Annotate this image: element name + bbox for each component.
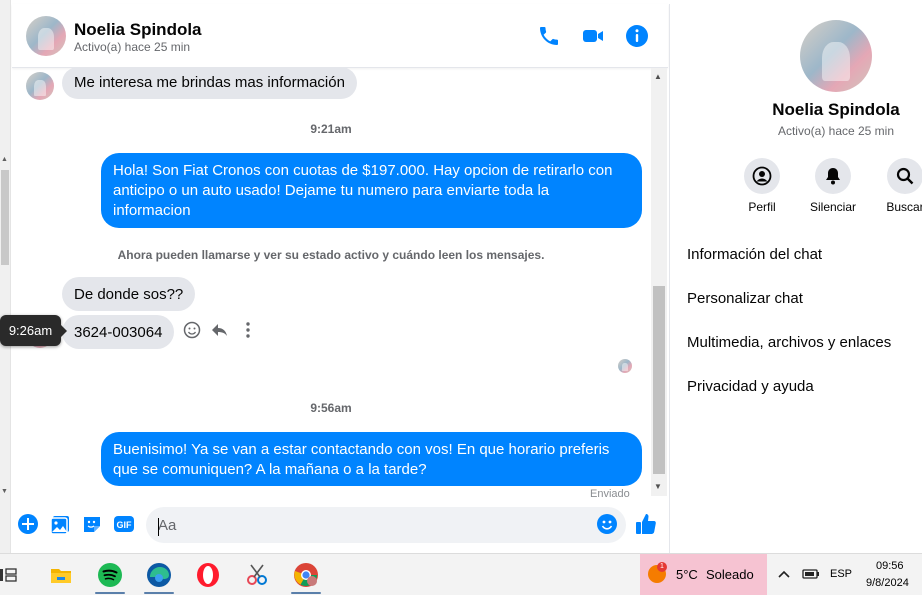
composer: GIF: [12, 497, 668, 553]
chat-info-item[interactable]: Información del chat: [687, 246, 822, 263]
reply-icon[interactable]: [210, 320, 230, 340]
incoming-message[interactable]: Me interesa me brindas mas información: [62, 68, 357, 99]
scroll-up-arrow-icon[interactable]: ▲: [654, 72, 662, 81]
chat-scrollbar-thumb[interactable]: [653, 286, 665, 474]
chrome-active-indicator: [291, 592, 321, 594]
message-time-tooltip: 9:26am: [0, 315, 67, 346]
gif-icon[interactable]: GIF: [113, 513, 135, 535]
timestamp: 9:21am: [310, 122, 352, 136]
search-button[interactable]: [887, 158, 922, 194]
gallery-icon[interactable]: [49, 513, 71, 535]
svg-text:GIF: GIF: [117, 520, 133, 530]
outgoing-message[interactable]: Buenisimo! Ya se van a estar contactando…: [101, 432, 642, 486]
like-thumbs-up-icon[interactable]: [634, 512, 658, 536]
search-icon: [896, 167, 914, 185]
contact-profile-picture[interactable]: [800, 20, 872, 92]
edge-icon[interactable]: [146, 562, 172, 588]
clock-time[interactable]: 09:56: [876, 560, 904, 572]
battery-icon[interactable]: [801, 566, 821, 582]
phone-icon[interactable]: [537, 24, 561, 48]
chevron-up-icon[interactable]: [776, 566, 792, 582]
incoming-message[interactable]: De donde sos??: [62, 277, 196, 311]
scroll-down-arrow-icon[interactable]: ▼: [654, 482, 662, 491]
customize-chat-item[interactable]: Personalizar chat: [687, 290, 803, 307]
search-button-label: Buscar: [886, 200, 922, 214]
sticker-icon[interactable]: [81, 513, 103, 535]
temperature-text: 5°C: [676, 567, 698, 582]
panel-contact-status: Activo(a) hace 25 min: [777, 124, 895, 138]
message-input[interactable]: [146, 507, 626, 543]
system-notice: Ahora pueden llamarse y ver su estado ac…: [117, 248, 545, 262]
file-explorer-icon[interactable]: [48, 562, 74, 588]
react-emoji-icon[interactable]: [182, 320, 202, 340]
message-avatar: [26, 72, 54, 100]
text-caret: [158, 518, 159, 536]
notification-badge: 1: [657, 562, 667, 572]
conversation-info-panel: Noelia Spindola Activo(a) hace 25 min Pe…: [669, 4, 922, 553]
seen-avatar: [618, 359, 632, 373]
scroll-up-arrow-icon[interactable]: ▲: [1, 156, 8, 163]
weather-widget[interactable]: 1 5°C Soleado: [640, 554, 767, 595]
task-view-icon[interactable]: [0, 562, 20, 588]
spotify-active-indicator: [95, 592, 125, 594]
opera-icon[interactable]: [195, 562, 221, 588]
left-scrollbar-thumb[interactable]: [1, 170, 9, 265]
profile-button[interactable]: [744, 158, 780, 194]
more-options-icon[interactable]: [238, 320, 258, 340]
info-icon[interactable]: [625, 24, 649, 48]
outgoing-message[interactable]: Hola! Son Fiat Cronos con cuotas de $197…: [101, 153, 642, 228]
profile-button-label: Perfil: [748, 200, 776, 214]
clock-date[interactable]: 9/8/2024: [866, 577, 909, 589]
mute-button[interactable]: [815, 158, 851, 194]
snipping-tool-icon[interactable]: [244, 562, 270, 588]
bell-icon: [826, 168, 840, 185]
chrome-icon[interactable]: [293, 562, 319, 588]
left-scrollbar[interactable]: ▲ ▼: [0, 0, 11, 553]
panel-contact-name: Noelia Spindola: [772, 100, 900, 119]
incoming-message[interactable]: 3624-003064: [62, 315, 175, 349]
spotify-icon[interactable]: [97, 562, 123, 588]
contact-name[interactable]: Noelia Spindola: [74, 20, 202, 40]
weather-text: Soleado: [706, 567, 754, 582]
chat-scrollbar[interactable]: ▲ ▼: [651, 68, 667, 496]
contact-status: Activo(a) hace 25 min: [74, 40, 191, 54]
language-indicator[interactable]: ESP: [830, 568, 852, 580]
privacy-support-item[interactable]: Privacidad y ayuda: [687, 378, 814, 395]
media-files-links-item[interactable]: Multimedia, archivos y enlaces: [687, 334, 891, 351]
profile-icon: [752, 166, 772, 186]
windows-taskbar: 1 5°C Soleado ESP 09:56 9/8/2024: [0, 553, 922, 595]
scroll-down-arrow-icon[interactable]: ▼: [1, 488, 8, 495]
video-icon[interactable]: [581, 24, 605, 48]
plus-icon[interactable]: [17, 513, 39, 535]
edge-active-indicator: [144, 592, 174, 594]
contact-avatar[interactable]: [26, 16, 66, 56]
emoji-icon[interactable]: [596, 513, 618, 535]
message-list[interactable]: Me interesa me brindas mas información 9…: [12, 68, 650, 496]
mute-button-label: Silenciar: [809, 200, 857, 214]
chat-header: Noelia Spindola Activo(a) hace 25 min: [12, 4, 668, 68]
timestamp: 9:56am: [310, 401, 352, 415]
